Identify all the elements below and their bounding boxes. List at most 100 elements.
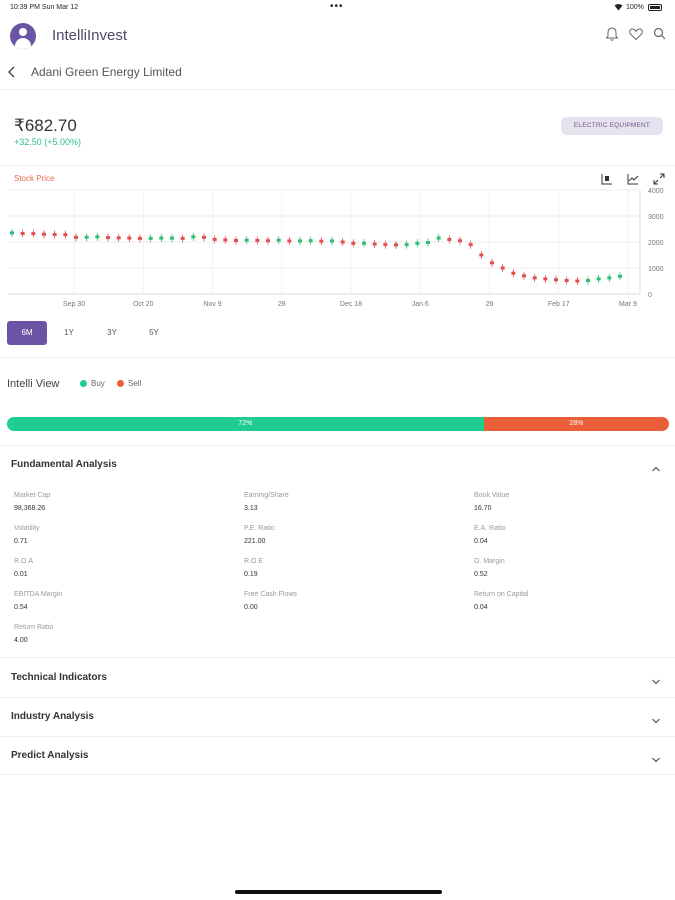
candle-body bbox=[138, 236, 142, 240]
status-time: 10:39 PM Sun Mar 12 bbox=[10, 4, 79, 11]
chevron-down-icon[interactable] bbox=[651, 712, 661, 724]
metric-value: 0.71 bbox=[14, 538, 28, 545]
divider bbox=[0, 165, 675, 166]
sector-badge[interactable]: ELECTRIC EQUIPMENT bbox=[561, 117, 663, 135]
sell-legend-label: Sell bbox=[128, 379, 142, 388]
company-name: Adani Green Energy Limited bbox=[31, 65, 182, 79]
metric-label: Book Value bbox=[474, 492, 510, 499]
candle-body bbox=[106, 236, 110, 240]
candle-body bbox=[372, 242, 377, 246]
y-tick-label: 0 bbox=[648, 292, 652, 299]
candle-body bbox=[319, 239, 324, 243]
candle-body bbox=[266, 239, 270, 243]
search-icon[interactable] bbox=[652, 26, 668, 42]
candle-body bbox=[575, 279, 580, 283]
price-chart[interactable]: Sep 30 Oct 20 Nov 9 28 Dec 18 Jan 6 26 Feb 17 Ma… bbox=[0, 184, 675, 312]
battery-icon bbox=[648, 4, 662, 11]
candle-body bbox=[84, 235, 89, 239]
range-tab-5y[interactable]: 5Y bbox=[134, 321, 174, 345]
candle-body bbox=[31, 232, 36, 236]
divider bbox=[0, 736, 675, 737]
candle-body bbox=[564, 278, 569, 282]
chevron-down-icon[interactable] bbox=[651, 751, 661, 763]
buy-legend-dot-icon bbox=[80, 380, 87, 387]
metric-label: Return Ratio bbox=[14, 624, 54, 631]
range-tab-1y[interactable]: 1Y bbox=[49, 321, 89, 345]
chart-title: Stock Price bbox=[14, 174, 55, 183]
range-tab-3y[interactable]: 3Y bbox=[92, 321, 132, 345]
metric-label: Return on Capital bbox=[474, 591, 529, 598]
metric-label: P.E. Ratio bbox=[244, 525, 275, 532]
multitask-dots-icon[interactable]: ••• bbox=[330, 1, 344, 12]
metric-label: Free Cash Flows bbox=[244, 591, 297, 598]
candle-body bbox=[436, 236, 441, 240]
candle-body bbox=[191, 235, 196, 239]
x-tick-label: 26 bbox=[486, 301, 494, 308]
x-tick-label: Nov 9 bbox=[203, 301, 221, 308]
x-tick-label: Feb 17 bbox=[548, 301, 570, 308]
metric-label: EBITDA Margin bbox=[14, 591, 63, 598]
x-tick-label: Oct 20 bbox=[133, 301, 154, 308]
metric-value: 0.52 bbox=[474, 571, 488, 578]
metric-label: Earning/Share bbox=[244, 492, 289, 499]
buy-legend-label: Buy bbox=[91, 379, 105, 388]
x-tick-label: 28 bbox=[278, 301, 286, 308]
metric-value: 221.00 bbox=[244, 538, 266, 545]
candle-body bbox=[618, 274, 622, 278]
sentiment-sell-segment: 28% bbox=[483, 417, 669, 431]
candle-body bbox=[468, 243, 473, 247]
metric-value: 0.19 bbox=[244, 571, 258, 578]
home-indicator[interactable] bbox=[235, 890, 442, 894]
y-tick-label: 1000 bbox=[648, 266, 664, 273]
candle-body bbox=[308, 239, 313, 243]
predict-analysis-header[interactable]: Predict Analysis bbox=[11, 750, 88, 761]
candle-body bbox=[554, 278, 558, 282]
candle-body bbox=[212, 237, 217, 241]
candle-body bbox=[180, 236, 185, 240]
metric-label: Market Cap bbox=[14, 492, 51, 499]
metric-value: 98,368.26 bbox=[14, 505, 46, 512]
candle-body bbox=[394, 243, 398, 247]
range-tab-6m[interactable]: 6M bbox=[7, 321, 47, 345]
x-tick-label: Sep 30 bbox=[63, 301, 85, 308]
sentiment-buy-segment: 72% bbox=[7, 417, 484, 431]
candle-body bbox=[298, 239, 302, 243]
candle-body bbox=[20, 231, 25, 235]
chevron-up-icon[interactable] bbox=[651, 460, 661, 472]
candle-body bbox=[543, 277, 548, 281]
bell-icon[interactable] bbox=[604, 26, 620, 42]
metric-value: 0.54 bbox=[14, 604, 28, 611]
candle-body bbox=[532, 276, 537, 280]
divider bbox=[0, 357, 675, 358]
candle-body bbox=[511, 271, 516, 275]
candle-body bbox=[479, 253, 484, 257]
candle-body bbox=[74, 235, 78, 239]
y-tick-label: 2000 bbox=[648, 240, 664, 247]
stock-price: ₹682.70 bbox=[14, 116, 77, 135]
heart-icon[interactable] bbox=[628, 26, 644, 42]
candle-body bbox=[255, 238, 260, 242]
technical-indicators-header[interactable]: Technical Indicators bbox=[11, 672, 107, 683]
price-change: +32.50 (+5.00%) bbox=[14, 137, 82, 147]
candle-body bbox=[330, 239, 334, 243]
candle-body bbox=[202, 235, 206, 239]
candle-body bbox=[383, 243, 388, 247]
industry-analysis-header[interactable]: Industry Analysis bbox=[11, 711, 94, 722]
candle-body bbox=[116, 236, 121, 240]
metric-value: 0.04 bbox=[474, 538, 488, 545]
x-tick-label: Dec 18 bbox=[340, 301, 362, 308]
metric-value: 3.13 bbox=[244, 505, 258, 512]
sentiment-bar: 72% 28% bbox=[7, 417, 669, 431]
chevron-down-icon[interactable] bbox=[651, 673, 661, 685]
candle-body bbox=[127, 236, 132, 240]
battery-percent: 100% bbox=[626, 4, 644, 11]
sell-legend-dot-icon bbox=[117, 380, 124, 387]
candle-body bbox=[340, 240, 345, 244]
metric-value: 0.04 bbox=[474, 604, 488, 611]
candle-body bbox=[447, 237, 452, 241]
candle-body bbox=[586, 278, 590, 282]
back-arrow-icon[interactable] bbox=[6, 65, 18, 79]
profile-avatar-icon[interactable] bbox=[10, 23, 36, 49]
divider bbox=[0, 774, 675, 775]
fundamental-analysis-header[interactable]: Fundamental Analysis bbox=[11, 459, 117, 470]
